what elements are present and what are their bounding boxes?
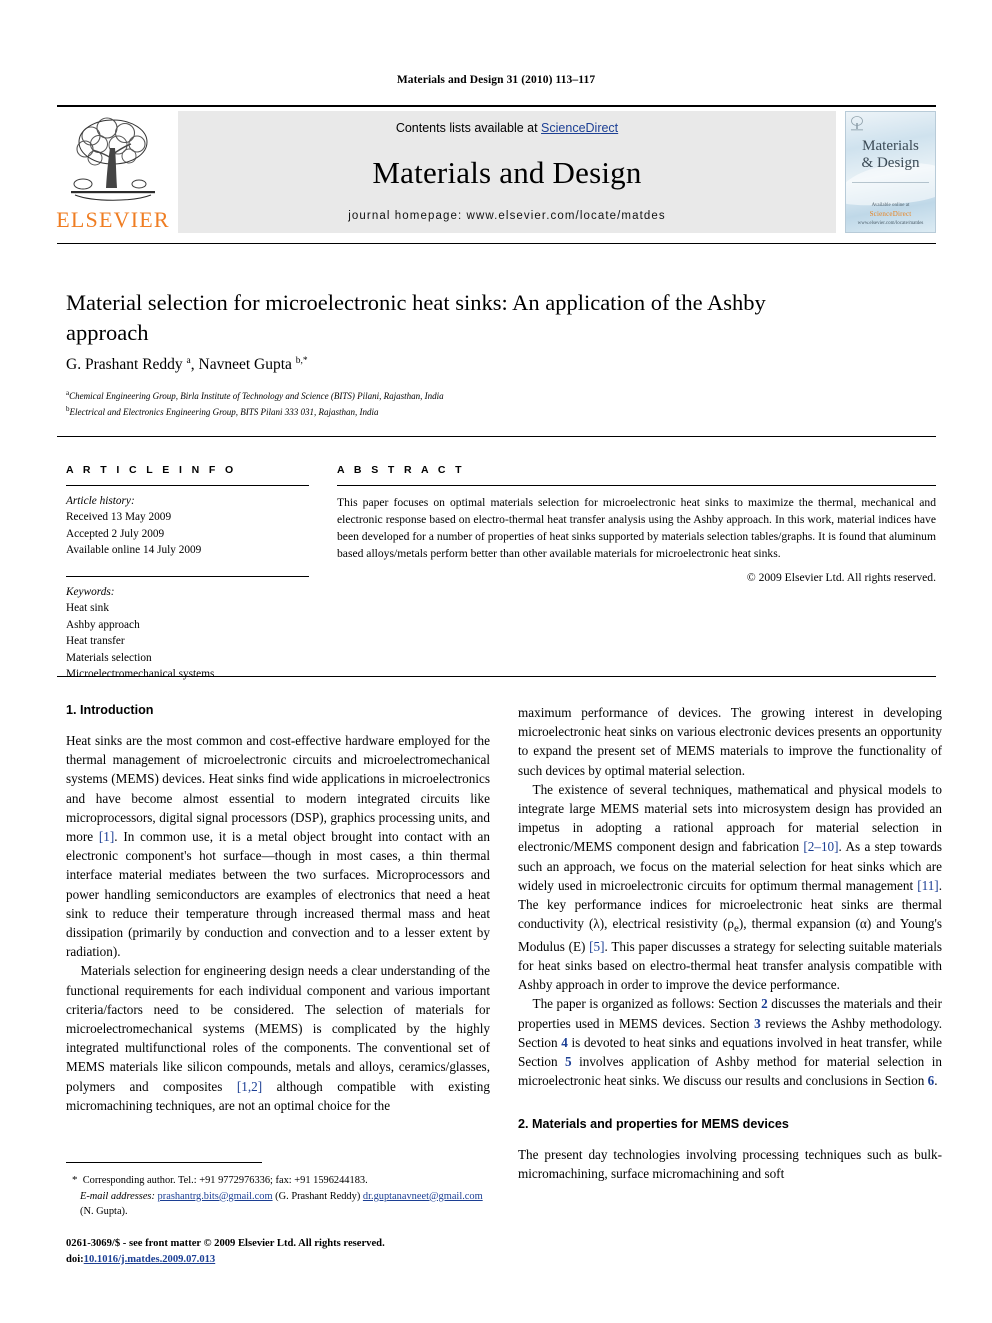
- paragraph: The paper is organized as follows: Secti…: [518, 994, 942, 1090]
- cover-footer-publisher: ScienceDirect: [869, 210, 912, 218]
- paragraph-text: .: [934, 1073, 938, 1089]
- paragraph-text: The paper is organized as follows: Secti…: [532, 996, 762, 1012]
- keyword-item: Microelectromechanical systems: [66, 668, 215, 681]
- keyword-item: Heat transfer: [66, 635, 125, 648]
- keywords-block: Keywords: Heat sink Ashby approach Heat …: [66, 584, 309, 683]
- corresponding-author-text: Corresponding author. Tel.: +91 97729763…: [82, 1175, 368, 1186]
- journal-homepage[interactable]: journal homepage: www.elsevier.com/locat…: [348, 210, 665, 222]
- history-item: Received 13 May 2009: [66, 511, 172, 524]
- title-divider: [57, 243, 936, 244]
- doi-line: doi:10.1016/j.matdes.2009.07.013: [66, 1252, 494, 1268]
- author-names: G. Prashant Reddy a, Navneet Gupta b,*: [66, 356, 308, 374]
- abstract-column: A B S T R A C T This paper focuses on op…: [337, 464, 936, 584]
- affiliations: aChemical Engineering Group, Birla Insti…: [66, 388, 826, 419]
- elsevier-logo: ELSEVIER: [56, 111, 170, 233]
- doi-link[interactable]: 10.1016/j.matdes.2009.07.013: [84, 1254, 216, 1265]
- footnote-block: * Corresponding author. Tel.: +91 977297…: [66, 1172, 494, 1220]
- email-link-1[interactable]: prashantrg.bits@gmail.com: [158, 1191, 273, 1202]
- issn-line: 0261-3069/$ - see front matter © 2009 El…: [66, 1238, 385, 1249]
- body-column-right: maximum performance of devices. The grow…: [518, 703, 942, 1183]
- abstract-copyright: © 2009 Elsevier Ltd. All rights reserved…: [746, 571, 936, 585]
- cover-footer: Available online at ScienceDirect www.el…: [846, 202, 935, 228]
- abstract-rule: [337, 485, 936, 486]
- doi-label: doi:: [66, 1253, 84, 1265]
- email-owner-2: (N. Gupta).: [80, 1206, 128, 1218]
- citation-ref[interactable]: [5]: [589, 939, 604, 954]
- citation-ref[interactable]: [11]: [917, 878, 938, 893]
- paragraph: Heat sinks are the most common and cost-…: [66, 731, 490, 961]
- abstract-heading: A B S T R A C T: [337, 464, 465, 476]
- cover-elsevier-icon: [851, 116, 863, 131]
- keyword-item: Heat sink: [66, 602, 109, 615]
- affiliation-b-text: Electrical and Electronics Engineering G…: [69, 406, 379, 417]
- article-info-rule: [66, 485, 309, 486]
- abstract-text: This paper focuses on optimal materials …: [337, 496, 936, 561]
- body-divider: [57, 676, 936, 677]
- citation-ref[interactable]: [1,2]: [237, 1079, 262, 1094]
- email-owner-1: (G. Prashant Reddy): [275, 1190, 361, 1202]
- paragraph: The existence of several techniques, mat…: [518, 780, 942, 995]
- section-ref[interactable]: 5: [565, 1054, 572, 1069]
- article-info-column: A R T I C L E I N F O Article history: R…: [66, 464, 309, 683]
- sciencedirect-link[interactable]: ScienceDirect: [541, 121, 618, 135]
- email-link-2[interactable]: dr.guptanavneet@gmail.com: [363, 1191, 483, 1202]
- section-1-heading: 1. Introduction: [66, 703, 154, 717]
- citation-ref[interactable]: [1]: [99, 829, 114, 844]
- cover-divider: [852, 182, 929, 183]
- article-info-heading: A R T I C L E I N F O: [66, 464, 237, 476]
- journal-title: Materials and Design: [372, 155, 642, 190]
- cover-title: Materials & Design: [846, 138, 935, 172]
- keywords-label: Keywords:: [66, 585, 115, 598]
- cover-title-line2: & Design: [861, 154, 920, 171]
- paragraph-text: Materials selection for engineering desi…: [66, 963, 490, 1094]
- journal-masthead: ELSEVIER Contents lists available at Sci…: [56, 105, 936, 233]
- corresponding-author-note: * Corresponding author. Tel.: +91 977297…: [66, 1172, 494, 1189]
- section-2-heading: 2. Materials and properties for MEMS dev…: [518, 1116, 789, 1131]
- section-ref[interactable]: 2: [761, 996, 768, 1011]
- keyword-item: Materials selection: [66, 651, 152, 664]
- email-label: E-mail addresses:: [80, 1190, 155, 1202]
- body-column-left: 1. Introduction Heat sinks are the most …: [66, 703, 490, 1115]
- elsevier-tree-icon: [63, 114, 163, 208]
- citation-ref[interactable]: [2–10]: [803, 839, 838, 854]
- section-ref[interactable]: 4: [561, 1035, 568, 1050]
- paragraph: The present day technologies involving p…: [518, 1146, 942, 1181]
- paper-page: Materials and Design 31 (2010) 113–117 E…: [0, 0, 992, 1323]
- article-history-label: Article history:: [66, 495, 135, 507]
- footnote-divider: [66, 1162, 262, 1163]
- cover-title-line1: Materials: [862, 138, 919, 154]
- paragraph: maximum performance of devices. The grow…: [518, 705, 942, 778]
- email-note: E-mail addresses: prashantrg.bits@gmail.…: [66, 1189, 494, 1220]
- history-item: Available online 14 July 2009: [66, 544, 202, 557]
- info-divider: [57, 436, 936, 437]
- paragraph-text: . In common use, it is a metal object br…: [66, 829, 490, 960]
- elsevier-wordmark: ELSEVIER: [56, 207, 170, 232]
- issn-block: 0261-3069/$ - see front matter © 2009 El…: [66, 1236, 494, 1267]
- running-head: Materials and Design 31 (2010) 113–117: [396, 74, 596, 86]
- affiliation-a-text: Chemical Engineering Group, Birla Instit…: [69, 391, 444, 401]
- section-ref[interactable]: 3: [754, 1016, 761, 1031]
- journal-band: Contents lists available at ScienceDirec…: [178, 111, 836, 233]
- paragraph-text: Heat sinks are the most common and cost-…: [66, 733, 490, 845]
- footnote-star-marker: *: [72, 1174, 78, 1186]
- journal-cover-thumbnail: Materials & Design Available online at S…: [845, 111, 936, 233]
- paragraph-text: involves application of Ashby method for…: [518, 1054, 942, 1089]
- cover-footer-url: www.elsevier.com/locate/matdes: [857, 220, 924, 226]
- author-list: G. Prashant Reddy a, Navneet Gupta b,*: [66, 356, 826, 374]
- contents-prefix: Contents lists available at: [395, 121, 542, 135]
- history-item: Accepted 2 July 2009: [66, 527, 165, 540]
- page-title: Material selection for microelectronic h…: [66, 290, 766, 345]
- keyword-item: Ashby approach: [66, 618, 140, 631]
- paragraph: Materials selection for engineering desi…: [66, 961, 490, 1115]
- contents-available-line: Contents lists available at ScienceDirec…: [396, 121, 618, 135]
- keywords-rule: [66, 575, 309, 577]
- affiliation-a: aChemical Engineering Group, Birla Insti…: [66, 388, 826, 404]
- article-history-block: Article history: Received 13 May 2009 Ac…: [66, 493, 309, 559]
- cover-footer-note: Available online at: [871, 202, 910, 208]
- affiliation-b: bElectrical and Electronics Engineering …: [66, 404, 826, 420]
